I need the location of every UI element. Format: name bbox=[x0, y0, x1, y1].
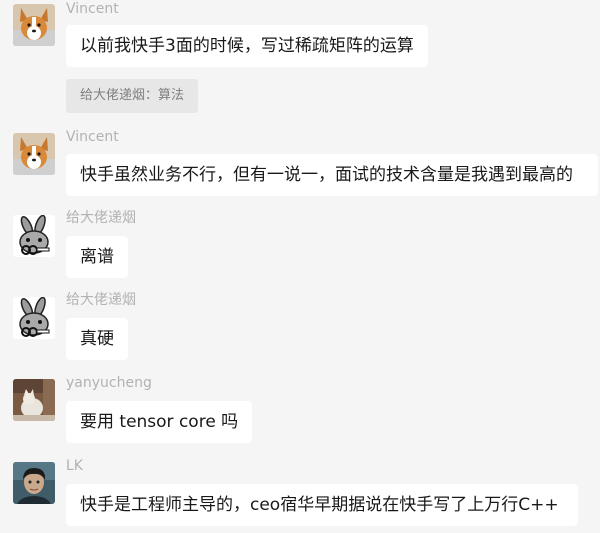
sender-name: 给大佬递烟 bbox=[66, 292, 136, 308]
rabbit-avatar-icon[interactable] bbox=[13, 215, 55, 257]
message-bubble[interactable]: 以前我快手3面的时候，写过稀疏矩阵的运算 bbox=[66, 25, 428, 67]
sender-name: LK bbox=[66, 458, 83, 474]
sender-name: 给大佬递烟 bbox=[66, 210, 136, 226]
corgi-avatar-icon[interactable] bbox=[13, 4, 55, 46]
rabbit-avatar-icon[interactable] bbox=[13, 297, 55, 339]
message-bubble[interactable]: 离谱 bbox=[66, 236, 128, 278]
sender-name: Vincent bbox=[66, 129, 119, 145]
message-bubble[interactable]: 快手虽然业务不行，但有一说一，面试的技术含量是我遇到最高的 bbox=[66, 154, 598, 196]
sender-name: yanyucheng bbox=[66, 375, 152, 391]
sender-name: Vincent bbox=[66, 1, 119, 17]
person-avatar-icon[interactable] bbox=[13, 462, 55, 504]
message-bubble[interactable]: 快手是工程师主导的，ceo宿华早期据说在快手写了上万行C++ bbox=[66, 484, 578, 526]
corgi-avatar-icon[interactable] bbox=[13, 133, 55, 175]
message-bubble[interactable]: 真硬 bbox=[66, 318, 128, 360]
chat-message-list: Vincent 以前我快手3面的时候，写过稀疏矩阵的运算 给大佬递烟：算法 Vi… bbox=[0, 0, 600, 533]
quoted-reply[interactable]: 给大佬递烟：算法 bbox=[66, 79, 199, 113]
cat-photo-avatar-icon[interactable] bbox=[13, 379, 55, 421]
message-bubble[interactable]: 要用 tensor core 吗 bbox=[66, 401, 253, 443]
